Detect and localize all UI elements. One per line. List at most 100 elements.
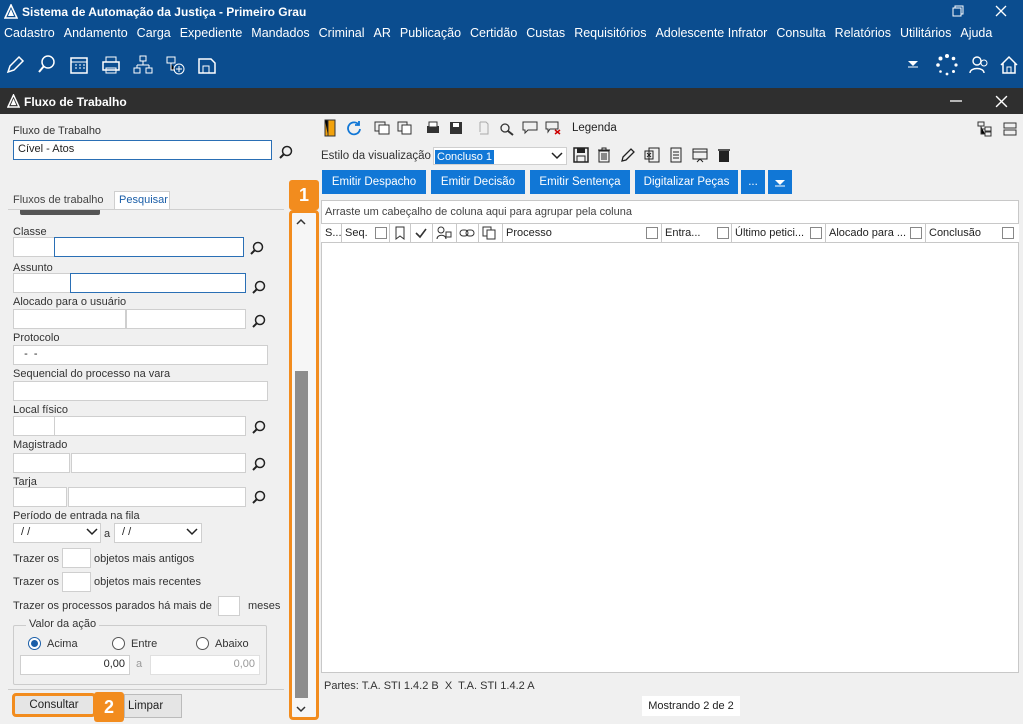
magistrado-code-input[interactable] xyxy=(13,453,70,473)
menu-certidao[interactable]: Certidão xyxy=(470,24,517,40)
search-document-icon[interactable] xyxy=(36,54,58,76)
classe-code-input[interactable] xyxy=(13,237,55,257)
tab-fluxos[interactable]: Fluxos de trabalho xyxy=(8,191,112,210)
save-doc-icon[interactable] xyxy=(448,120,464,136)
legenda-link[interactable]: Legenda xyxy=(572,122,617,134)
menu-andamento[interactable]: Andamento xyxy=(64,24,128,40)
col-link-icon[interactable] xyxy=(459,227,475,239)
assunto-search-icon[interactable] xyxy=(252,280,266,294)
menu-ar[interactable]: AR xyxy=(374,24,391,40)
col-entrada-filter[interactable] xyxy=(717,227,729,239)
save-icon[interactable] xyxy=(573,147,589,163)
magistrado-name-input[interactable] xyxy=(71,453,246,473)
antigos-input[interactable] xyxy=(62,548,91,568)
classe-search-icon[interactable] xyxy=(250,241,264,255)
menu-utilitarios[interactable]: Utilitários xyxy=(900,24,951,40)
radio-entre[interactable] xyxy=(112,637,125,650)
local-desc-input[interactable] xyxy=(54,416,246,436)
scroll-thumb[interactable] xyxy=(295,371,308,698)
protocolo-input[interactable]: - - xyxy=(13,345,268,365)
assunto-desc-input[interactable] xyxy=(70,273,246,293)
more-button[interactable]: ... xyxy=(741,170,765,194)
emitir-despacho-button[interactable]: Emitir Despacho xyxy=(322,170,426,194)
menu-expediente[interactable]: Expediente xyxy=(180,24,243,40)
trash-all-icon[interactable] xyxy=(717,147,731,163)
print-doc-icon[interactable] xyxy=(425,120,441,136)
search-binoculars-icon[interactable] xyxy=(499,120,515,136)
export-window-icon[interactable] xyxy=(692,147,708,163)
trash-icon[interactable] xyxy=(597,147,611,163)
col-bookmark-icon[interactable] xyxy=(393,226,407,240)
scroll-up-icon[interactable] xyxy=(296,218,306,225)
col-users-icon[interactable] xyxy=(436,226,452,240)
fluxo-input[interactable]: Cível - Atos xyxy=(13,140,272,160)
menu-relatorios[interactable]: Relatórios xyxy=(835,24,891,40)
folder-note-icon[interactable] xyxy=(323,119,337,137)
periodo-to-dropdown-icon[interactable] xyxy=(186,528,198,536)
menu-requisitorios[interactable]: Requisitórios xyxy=(574,24,646,40)
col-ultimo-filter[interactable] xyxy=(810,227,822,239)
copy-icon[interactable] xyxy=(397,121,413,135)
home-icon[interactable] xyxy=(998,54,1020,76)
alocado-name-input[interactable] xyxy=(126,309,246,329)
parados-input[interactable] xyxy=(218,596,240,616)
hierarchy-icon[interactable] xyxy=(132,54,154,76)
tarja-code-input[interactable] xyxy=(13,487,67,507)
digitalizar-pecas-button[interactable]: Digitalizar Peças xyxy=(635,170,738,194)
col-processo-filter[interactable] xyxy=(646,227,658,239)
tarja-search-icon[interactable] xyxy=(252,490,266,504)
subwindow-close-icon[interactable] xyxy=(995,95,1008,108)
tab-pesquisar[interactable]: Pesquisar xyxy=(114,191,170,210)
list-view-icon[interactable] xyxy=(1003,122,1017,136)
classe-desc-input[interactable] xyxy=(54,237,244,257)
magistrado-search-icon[interactable] xyxy=(252,457,266,471)
comment-delete-icon[interactable] xyxy=(545,121,561,135)
alocado-search-icon[interactable] xyxy=(252,314,266,328)
scroll-down-icon[interactable] xyxy=(296,706,306,713)
document-icon[interactable] xyxy=(669,147,683,163)
menu-adolescente-infrator[interactable]: Adolescente Infrator xyxy=(655,24,767,40)
inbox-icon[interactable] xyxy=(196,54,218,76)
menu-criminal[interactable]: Criminal xyxy=(319,24,365,40)
fluxo-search-icon[interactable] xyxy=(279,145,293,159)
valor-from-input[interactable]: 0,00 xyxy=(20,655,130,675)
menu-carga[interactable]: Carga xyxy=(137,24,171,40)
radio-abaixo[interactable] xyxy=(196,637,209,650)
alocado-code-input[interactable] xyxy=(13,309,126,329)
refresh-icon[interactable] xyxy=(346,120,362,136)
menu-cadastro[interactable]: Cadastro xyxy=(4,24,55,40)
close-icon[interactable] xyxy=(995,5,1007,17)
consultar-button[interactable]: Consultar xyxy=(12,693,96,717)
periodo-from-dropdown-icon[interactable] xyxy=(86,528,98,536)
pencil-icon[interactable] xyxy=(620,147,636,163)
dropdown-arrow-icon[interactable] xyxy=(906,58,920,68)
col-processo[interactable]: Processo xyxy=(502,224,662,242)
menu-custas[interactable]: Custas xyxy=(526,24,565,40)
local-code-input[interactable] xyxy=(13,416,55,436)
more-dropdown-button[interactable] xyxy=(768,170,792,194)
radio-acima[interactable] xyxy=(28,637,41,650)
limpar-button[interactable]: Limpar xyxy=(124,694,182,718)
recentes-input[interactable] xyxy=(62,572,91,592)
tarja-desc-input[interactable] xyxy=(68,487,246,507)
col-status[interactable]: S... xyxy=(322,224,342,242)
restore-icon[interactable] xyxy=(952,5,964,17)
minimize-icon[interactable] xyxy=(950,100,962,102)
tree-view-icon[interactable] xyxy=(977,121,993,137)
valor-to-input[interactable]: 0,00 xyxy=(150,655,260,675)
estilo-dropdown-icon[interactable] xyxy=(551,152,563,160)
assunto-code-input[interactable] xyxy=(13,273,71,293)
copy-check-icon[interactable] xyxy=(374,121,390,135)
users-icon[interactable] xyxy=(968,54,990,76)
menu-consulta[interactable]: Consulta xyxy=(776,24,825,40)
estilo-select[interactable]: Concluso 1 xyxy=(433,147,567,165)
printer-icon[interactable] xyxy=(100,54,122,76)
menu-mandados[interactable]: Mandados xyxy=(251,24,309,40)
edit-icon[interactable] xyxy=(4,54,26,76)
add-structure-icon[interactable] xyxy=(164,54,186,76)
emitir-sentenca-button[interactable]: Emitir Sentença xyxy=(530,170,630,194)
menu-ajuda[interactable]: Ajuda xyxy=(960,24,992,40)
local-search-icon[interactable] xyxy=(252,420,266,434)
col-conclusao-filter[interactable] xyxy=(1002,227,1014,239)
emitir-decisao-button[interactable]: Emitir Decisão xyxy=(431,170,525,194)
